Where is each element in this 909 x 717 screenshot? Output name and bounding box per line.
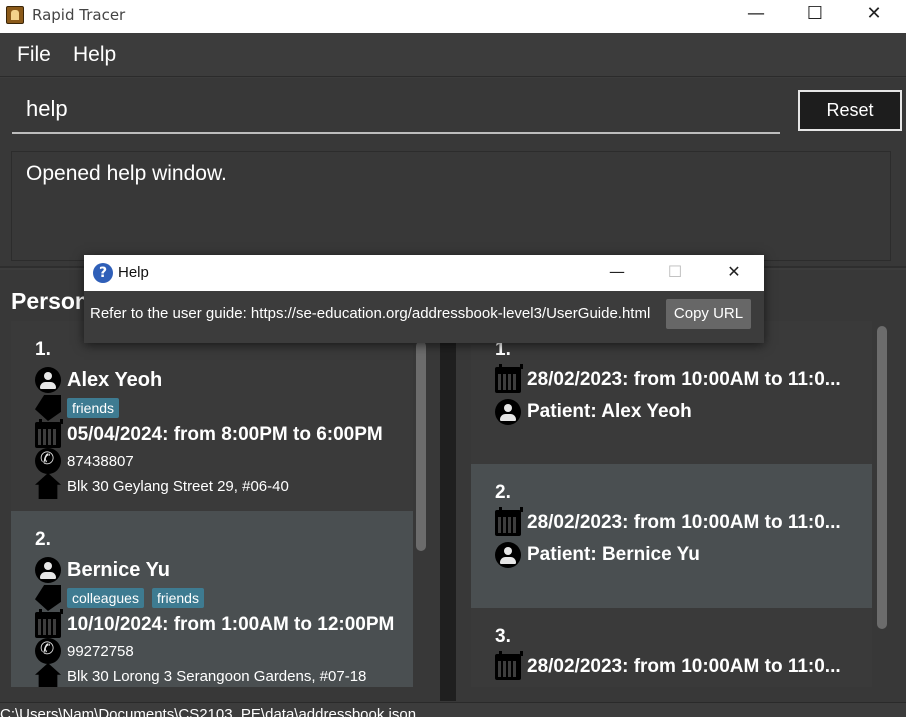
appointment-time: 28/02/2023: from 10:00AM to 11:0... bbox=[527, 656, 841, 677]
status-path: C:\Users\Nam\Documents\CS2103_PE\data\ad… bbox=[0, 706, 417, 717]
window-title: Rapid Tracer bbox=[32, 6, 126, 24]
person-address: Blk 30 Lorong 3 Serangoon Gardens, #07-1… bbox=[67, 667, 367, 685]
command-input[interactable]: help bbox=[12, 88, 780, 134]
list-divider[interactable] bbox=[440, 321, 456, 701]
person-card[interactable]: 1. Alex Yeoh friends 05/04/2024: from 8:… bbox=[11, 321, 413, 511]
close-button[interactable]: ✕ bbox=[845, 0, 903, 30]
calendar-icon bbox=[495, 364, 523, 393]
appointment-patient-row: Patient: Alex Yeoh bbox=[495, 399, 692, 425]
tag-label: colleagues bbox=[67, 588, 144, 608]
appointment-time-row: 28/02/2023: from 10:00AM to 11:0... bbox=[495, 507, 841, 536]
person-name: Alex Yeoh bbox=[67, 368, 163, 391]
question-icon: ? bbox=[93, 263, 113, 283]
person-tags-row: colleagues friends bbox=[35, 585, 212, 611]
person-list-scrollbar[interactable] bbox=[416, 341, 426, 551]
calendar-icon bbox=[35, 419, 63, 448]
person-phone: 87438807 bbox=[67, 452, 134, 470]
person-address-row: Blk 30 Geylang Street 29, #06-40 bbox=[35, 473, 289, 499]
appointment-time-row: 28/02/2023: from 10:00AM to 11:0... bbox=[495, 651, 841, 680]
appointment-list-scrollbar[interactable] bbox=[877, 326, 887, 629]
person-icon bbox=[495, 399, 521, 425]
menu-bar bbox=[0, 33, 906, 77]
help-maximize-button[interactable]: ☐ bbox=[650, 256, 700, 290]
help-title: Help bbox=[118, 264, 149, 281]
appointment-time-row: 28/02/2023: from 10:00AM to 11:0... bbox=[495, 364, 841, 393]
calendar-icon bbox=[35, 609, 63, 638]
person-phone: 99272758 bbox=[67, 642, 134, 660]
help-close-button[interactable]: ✕ bbox=[709, 256, 759, 290]
home-icon bbox=[35, 473, 61, 499]
person-name: Bernice Yu bbox=[67, 558, 171, 581]
tag-icon bbox=[35, 395, 61, 421]
home-icon bbox=[35, 663, 61, 687]
tag-label: friends bbox=[67, 398, 120, 418]
help-message: Refer to the user guide: https://se-educ… bbox=[90, 305, 651, 322]
person-appointment-row: 10/10/2024: from 1:00AM to 12:00PM bbox=[35, 609, 395, 638]
menu-file[interactable]: File bbox=[17, 43, 51, 67]
appointment-time: 28/02/2023: from 10:00AM to 11:0... bbox=[527, 369, 841, 390]
minimize-button[interactable]: — bbox=[727, 0, 785, 30]
appointment-time: 28/02/2023: from 10:00AM to 11:0... bbox=[527, 512, 841, 533]
appointment-patient: Patient: Alex Yeoh bbox=[527, 401, 692, 422]
result-display: Opened help window. bbox=[11, 151, 891, 261]
menu-help[interactable]: Help bbox=[73, 43, 116, 67]
person-address: Blk 30 Geylang Street 29, #06-40 bbox=[67, 477, 289, 495]
tag-label: friends bbox=[151, 588, 204, 608]
maximize-button[interactable]: ☐ bbox=[786, 0, 844, 30]
calendar-icon bbox=[495, 507, 523, 536]
person-appointment: 10/10/2024: from 1:00AM to 12:00PM bbox=[67, 614, 395, 635]
tag-icon bbox=[35, 585, 61, 611]
person-phone-row: 99272758 bbox=[35, 638, 134, 664]
appointment-index: 3. bbox=[495, 626, 511, 647]
person-appointment-row: 05/04/2024: from 8:00PM to 6:00PM bbox=[35, 419, 383, 448]
calendar-icon bbox=[495, 651, 523, 680]
person-address-row: Blk 30 Lorong 3 Serangoon Gardens, #07-1… bbox=[35, 663, 366, 687]
person-appointment: 05/04/2024: from 8:00PM to 6:00PM bbox=[67, 424, 383, 445]
phone-icon bbox=[35, 448, 61, 474]
appointment-patient: Patient: Bernice Yu bbox=[527, 544, 700, 565]
appointment-card[interactable]: 2. 28/02/2023: from 10:00AM to 11:0... P… bbox=[471, 464, 872, 608]
help-minimize-button[interactable]: — bbox=[592, 256, 642, 290]
person-list[interactable]: 1. Alex Yeoh friends 05/04/2024: from 8:… bbox=[11, 321, 429, 687]
person-icon bbox=[35, 367, 61, 393]
person-name-row: Alex Yeoh bbox=[35, 367, 162, 393]
person-index: 1. bbox=[35, 339, 51, 360]
copy-url-button[interactable]: Copy URL bbox=[666, 299, 751, 329]
person-name-row: Bernice Yu bbox=[35, 557, 170, 583]
appointment-patient-row: Patient: Bernice Yu bbox=[495, 542, 700, 568]
app-icon bbox=[6, 6, 24, 24]
appointment-list[interactable]: 1. 28/02/2023: from 10:00AM to 11:0... P… bbox=[457, 321, 894, 687]
person-icon bbox=[35, 557, 61, 583]
person-phone-row: 87438807 bbox=[35, 448, 134, 474]
phone-icon bbox=[35, 638, 61, 664]
person-card[interactable]: 2. Bernice Yu colleagues friends 10/10/2… bbox=[11, 511, 413, 687]
person-icon bbox=[495, 542, 521, 568]
appointment-card[interactable]: 3. 28/02/2023: from 10:00AM to 11:0... bbox=[471, 608, 872, 687]
person-tags-row: friends bbox=[35, 395, 127, 421]
appointment-index: 2. bbox=[495, 482, 511, 503]
person-index: 2. bbox=[35, 529, 51, 550]
reset-button[interactable]: Reset bbox=[798, 90, 902, 131]
